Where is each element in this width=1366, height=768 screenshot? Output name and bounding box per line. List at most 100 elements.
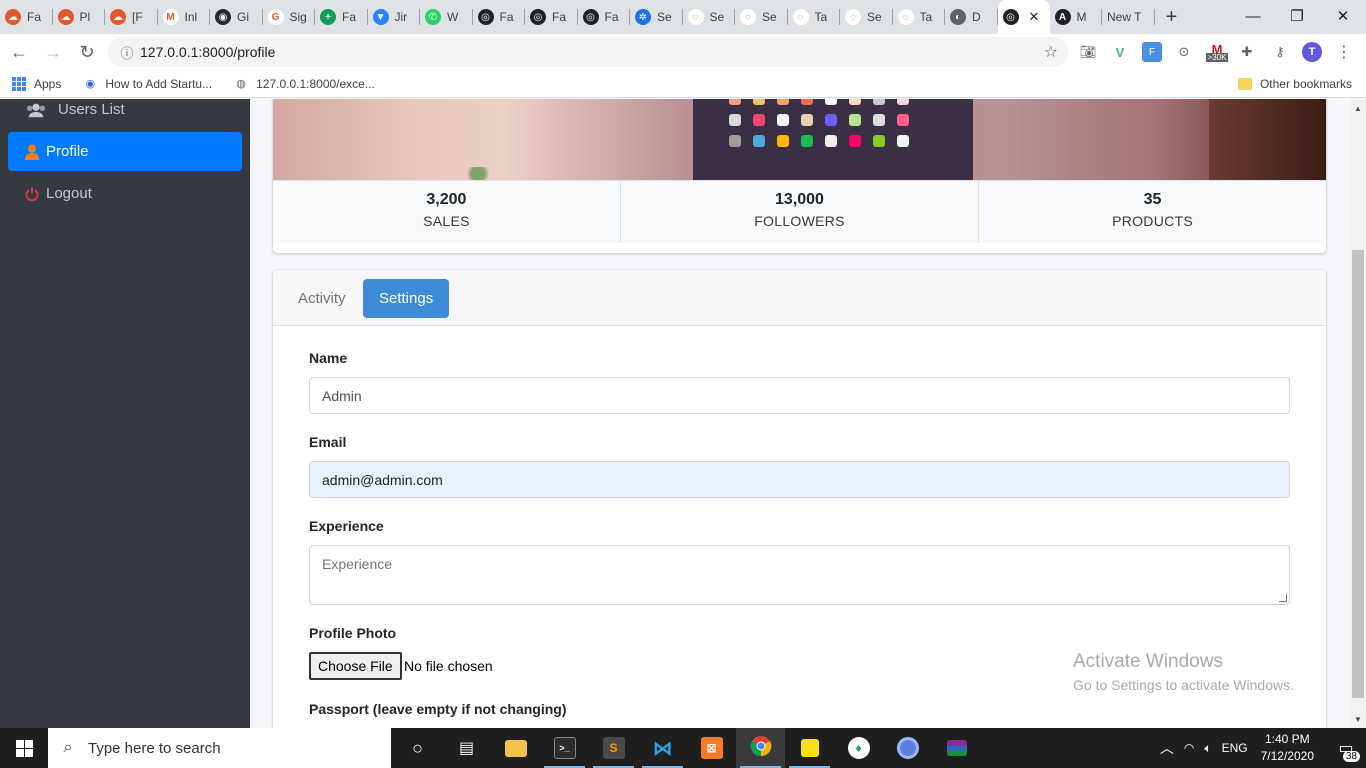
browser-tab[interactable]: New T	[1102, 0, 1155, 34]
sidebar-item-users-list[interactable]: Users List	[8, 90, 242, 129]
password-label: Passport (leave empty if not changing)	[309, 701, 567, 717]
browser-tab[interactable]: ◌ Ta	[893, 0, 946, 34]
vue-devtools-icon[interactable]: V	[1110, 42, 1130, 62]
browser-toolbar: ← → ↻ ⓘ 127.0.0.1:8000/profile ☆ 📷︎ V F …	[0, 34, 1366, 70]
bookmark-local-export[interactable]: ◍ 127.0.0.1:8000/exce...	[234, 77, 375, 91]
camera-icon[interactable]: 📷︎	[1078, 42, 1098, 62]
info-icon[interactable]: ⓘ	[114, 43, 140, 62]
name-input[interactable]: Admin	[309, 377, 1290, 414]
start-button[interactable]	[0, 728, 48, 768]
window-maximize-button[interactable]: ❐	[1274, 0, 1320, 32]
browser-tab[interactable]: G Sig	[263, 0, 316, 34]
scrollbar-thumb[interactable]	[1352, 250, 1364, 698]
browser-tab[interactable]: ◐ D	[945, 0, 998, 34]
tab-title: New T	[1107, 10, 1142, 24]
puzzle-extensions-icon[interactable]: ✚	[1237, 42, 1257, 62]
window-close-button[interactable]: ✕	[1320, 0, 1366, 32]
file-explorer-app[interactable]	[491, 728, 540, 768]
stat-products: 35 PRODUCTS	[979, 181, 1326, 243]
bookmark-startup[interactable]: ◉ How to Add Startu...	[83, 77, 213, 91]
tab-settings[interactable]: Settings	[363, 279, 450, 318]
browser-tab[interactable]: ◎ Fa	[473, 0, 526, 34]
sidebar-item-profile[interactable]: Profile	[8, 132, 242, 171]
back-button[interactable]: ←	[4, 37, 34, 67]
browser-tab[interactable]: ✆ W	[420, 0, 473, 34]
card-header-tabs: Activity Settings	[273, 270, 1326, 326]
flutter-extension-icon[interactable]: F	[1142, 42, 1162, 62]
bookmark-star-icon[interactable]: ☆	[1044, 42, 1058, 62]
mongodb-compass-app[interactable]: ♦	[834, 728, 883, 768]
sidebar-item-logout[interactable]: Logout	[8, 174, 242, 213]
cover-app-icon	[849, 114, 861, 126]
profile-avatar[interactable]: T	[1302, 42, 1322, 62]
experience-textarea[interactable]: Experience	[309, 545, 1290, 605]
key-icon[interactable]: ⚷	[1270, 42, 1290, 62]
tab-close-icon[interactable]: ✕	[1029, 9, 1040, 25]
cover-app-icon	[801, 135, 813, 147]
browser-tab[interactable]: ✲ Se	[630, 0, 683, 34]
tab-favicon-icon: ◌	[687, 9, 704, 25]
scroll-down-arrow-icon[interactable]: ▼	[1350, 712, 1366, 726]
address-bar[interactable]: ⓘ 127.0.0.1:8000/profile ☆	[108, 37, 1068, 67]
choose-file-button[interactable]: Choose File	[309, 652, 402, 680]
scroll-up-arrow-icon[interactable]: ▲	[1350, 101, 1366, 115]
wifi-icon[interactable]: ◠	[1184, 741, 1194, 755]
tab-favicon-icon: ☁	[57, 9, 74, 25]
other-bookmarks[interactable]: Other bookmarks	[1237, 77, 1352, 91]
browser-tab[interactable]: ◎ Fa	[578, 0, 631, 34]
browser-tab[interactable]: ▼ Jir	[368, 0, 421, 34]
terminal-app[interactable]: >_	[540, 728, 589, 768]
browser-tab[interactable]: AM	[1050, 0, 1103, 34]
language-indicator[interactable]: ENG	[1222, 741, 1248, 755]
forward-button[interactable]: →	[38, 37, 68, 67]
windows-taskbar: ⌕ Type here to search ○ ▤ >_ S ⋈ ⊠ ♦ ︿ ◠…	[0, 728, 1366, 768]
browser-tab[interactable]: + Fa	[315, 0, 368, 34]
action-center-button[interactable]: ▭ 38	[1326, 728, 1366, 768]
new-tab-button[interactable]: +	[1155, 0, 1189, 34]
tab-title: W	[447, 10, 459, 24]
cortana-button[interactable]: ○	[393, 728, 442, 768]
address-url[interactable]: 127.0.0.1:8000/profile	[140, 44, 275, 60]
profile-stats: 3,200 SALES 13,000 FOLLOWERS 35 PRODUCTS	[273, 180, 1326, 243]
browser-tab[interactable]: ◌ Se	[840, 0, 893, 34]
cover-app-icon	[753, 114, 765, 126]
browser-tab[interactable]: ◌ Ta	[788, 0, 841, 34]
code-extension-icon[interactable]: ⊙	[1174, 42, 1194, 62]
system-clock[interactable]: 1:40 PM 7/12/2020	[1261, 731, 1314, 765]
browser-tab[interactable]: ◎ Fa	[525, 0, 578, 34]
chevron-up-icon[interactable]: ︿	[1160, 738, 1174, 758]
volume-icon[interactable]: 🔈︎	[1204, 741, 1211, 756]
email-input[interactable]: admin@admin.com	[309, 461, 1290, 498]
window-minimize-button[interactable]: —	[1230, 0, 1276, 32]
browser-tab[interactable]: ☁ Pl	[53, 0, 106, 34]
browser-tab[interactable]: ☁ [F	[105, 0, 158, 34]
sublime-text-app[interactable]: S	[589, 728, 638, 768]
browser-tab[interactable]: M Inl	[158, 0, 211, 34]
reload-button[interactable]: ↻	[72, 37, 102, 67]
browser-tab[interactable]: ◉ Gi	[210, 0, 263, 34]
xampp-app[interactable]: ⊠	[687, 728, 736, 768]
page-scrollbar[interactable]: ▲ ▼	[1350, 99, 1366, 728]
taskbar-search-box[interactable]: ⌕ Type here to search	[48, 728, 391, 768]
sublime-icon: S	[602, 737, 625, 759]
winrar-app[interactable]	[932, 728, 981, 768]
browser-tab[interactable]: ◎ ✕	[997, 0, 1050, 34]
cover-app-icon	[873, 135, 885, 147]
tab-title: Jir	[394, 10, 408, 24]
tab-favicon-icon: ☁	[110, 9, 126, 25]
chrome-app[interactable]	[736, 728, 785, 768]
browser-tab[interactable]: ◌ Se	[683, 0, 736, 34]
task-view-button[interactable]: ▤	[442, 728, 491, 768]
vscode-app[interactable]: ⋈	[638, 728, 687, 768]
chromium-app[interactable]	[883, 728, 932, 768]
resize-grip-icon[interactable]	[1279, 594, 1287, 602]
tab-activity[interactable]: Activity	[282, 279, 362, 318]
name-input-value: Admin	[322, 387, 362, 404]
browser-tab[interactable]: ☁ Fa	[0, 0, 53, 34]
sticky-notes-app[interactable]	[785, 728, 834, 768]
tab-title: Gi	[237, 10, 249, 24]
bookmark-apps[interactable]: Apps	[12, 76, 61, 91]
browser-tab[interactable]: ◌ Se	[735, 0, 788, 34]
gmail-extension-icon[interactable]: M >30K	[1204, 42, 1230, 62]
menu-kebab-icon[interactable]: ⋮	[1334, 42, 1354, 62]
